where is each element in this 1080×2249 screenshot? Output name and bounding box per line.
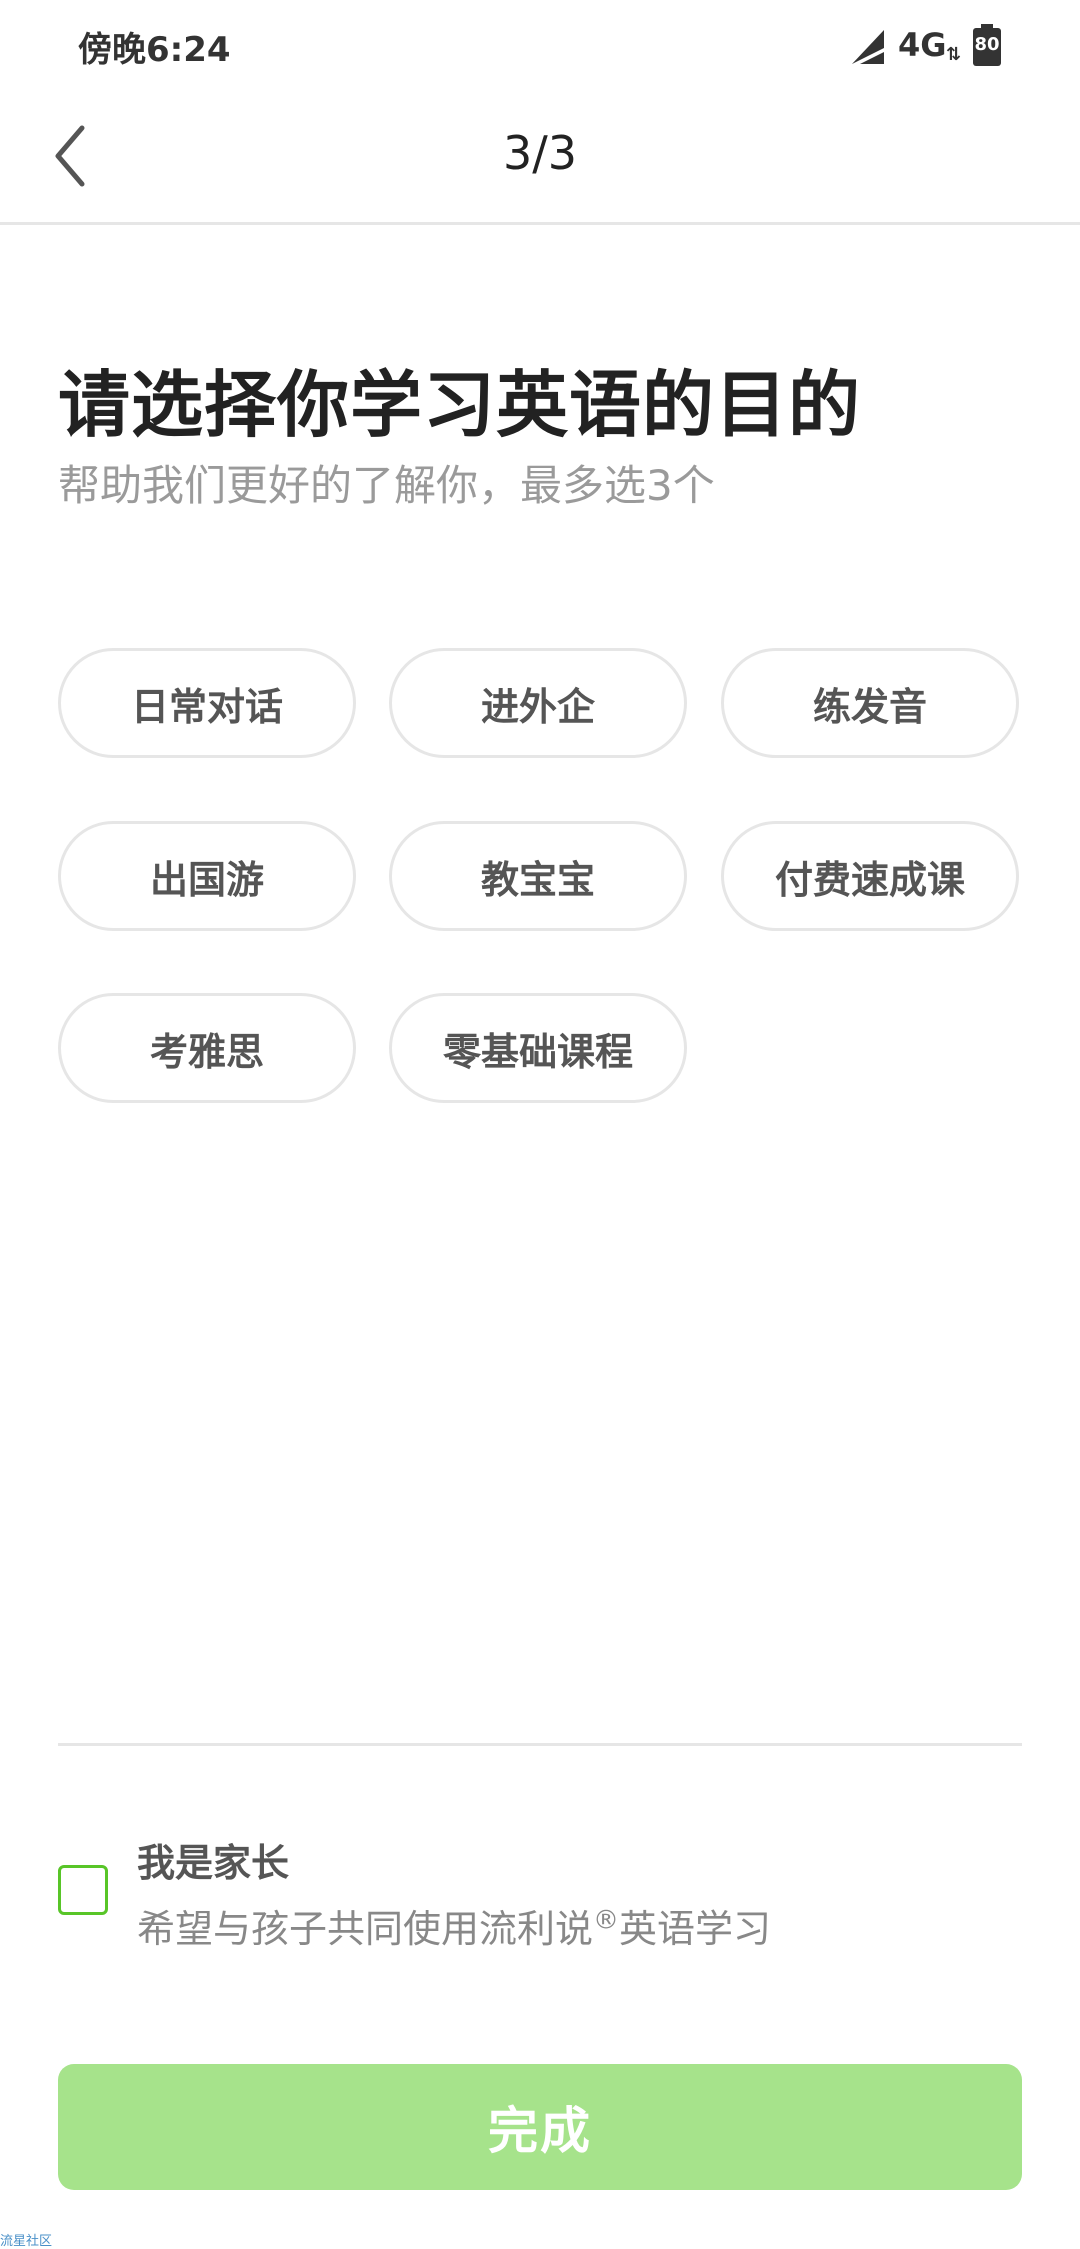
battery-level: 80	[974, 34, 1000, 55]
parent-desc-tail: 英语学习	[619, 1907, 772, 1951]
option-paid-crash-course[interactable]: 付费速成课	[721, 821, 1019, 931]
watermark: 流星社区	[0, 2234, 53, 2249]
nav-bar: 3/3	[0, 96, 1080, 225]
parent-checkbox[interactable]	[58, 1865, 108, 1915]
divider	[58, 1743, 1022, 1746]
option-travel-abroad[interactable]: 出国游	[58, 821, 356, 931]
page-subtitle: 帮助我们更好的了解你，最多选3个	[58, 461, 715, 510]
option-ielts[interactable]: 考雅思	[58, 993, 356, 1103]
option-teach-baby[interactable]: 教宝宝	[389, 821, 687, 931]
parent-title[interactable]: 我是家长	[137, 1832, 289, 1887]
parent-desc-main: 希望与孩子共同使用流利说	[137, 1907, 594, 1951]
option-zero-basis-course[interactable]: 零基础课程	[389, 993, 687, 1103]
status-time: 傍晚6:24	[78, 30, 231, 70]
page-title: 请选择你学习英语的目的	[58, 363, 862, 447]
signal-icon	[852, 30, 884, 64]
option-pronunciation[interactable]: 练发音	[721, 648, 1019, 758]
option-daily-conversation[interactable]: 日常对话	[58, 648, 356, 758]
parent-description: 希望与孩子共同使用流利说®英语学习	[137, 1898, 771, 1953]
step-indicator: 3/3	[502, 126, 578, 180]
data-arrows-icon: ⇅	[946, 44, 962, 65]
status-bar: 傍晚6:24 4G ⇅ 80	[0, 0, 1080, 96]
finish-button[interactable]: 完成	[58, 2064, 1022, 2190]
registered-mark: ®	[593, 1905, 620, 1936]
option-foreign-company[interactable]: 进外企	[389, 648, 687, 758]
network-label: 4G	[898, 26, 947, 64]
